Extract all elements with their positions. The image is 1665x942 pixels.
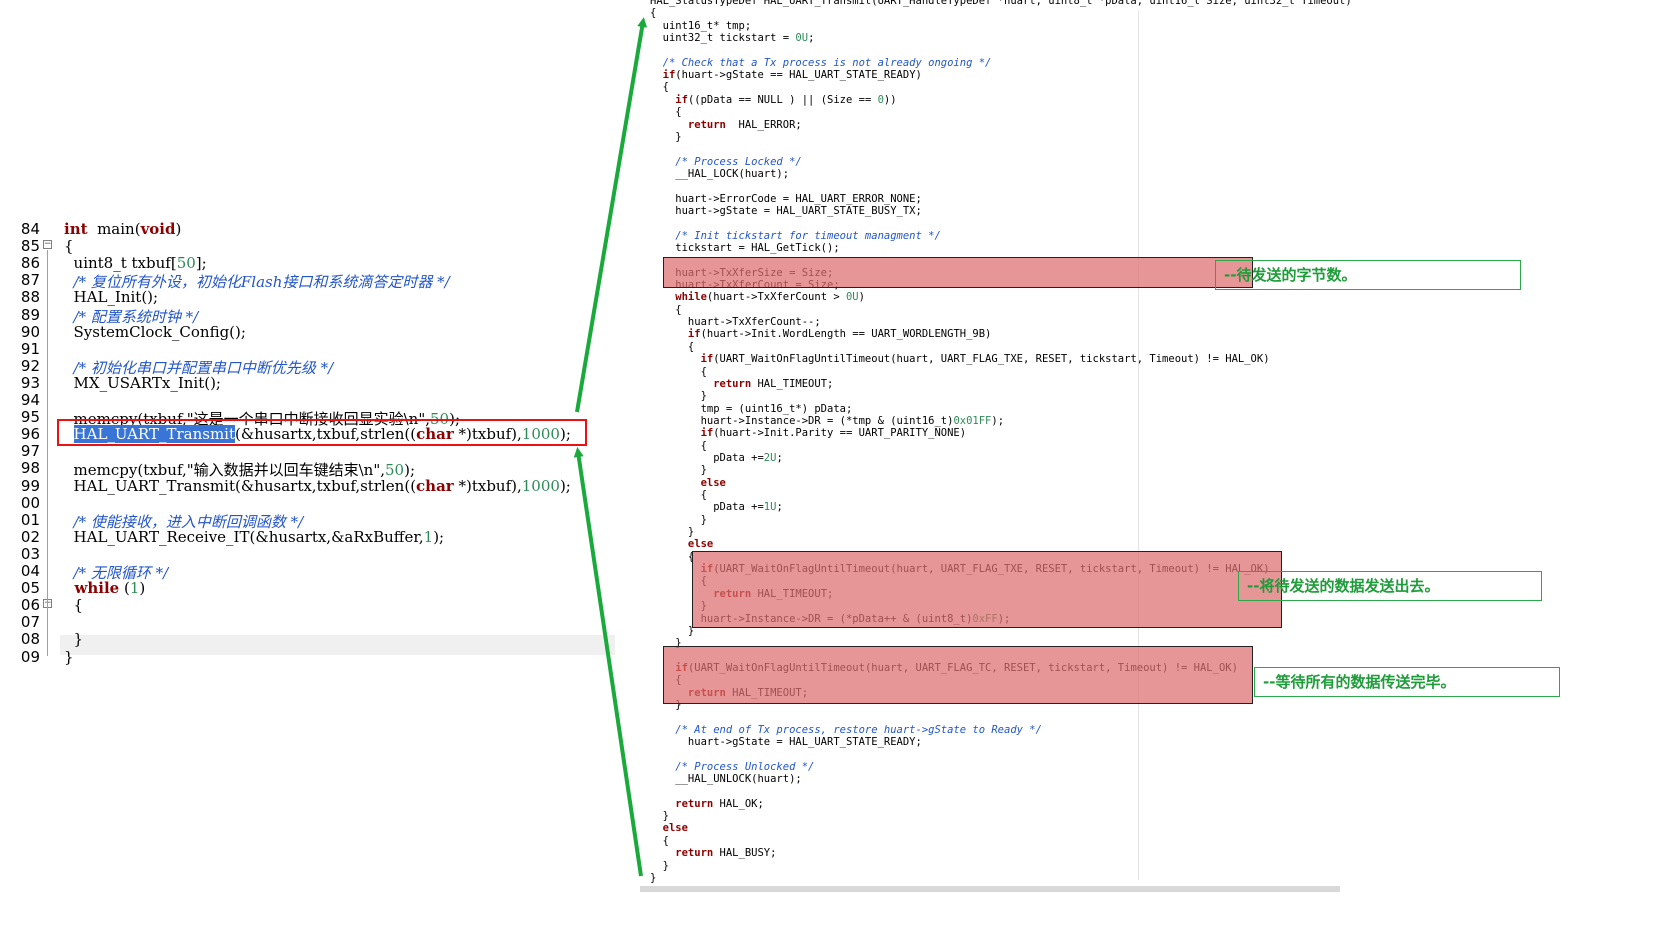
arrow-up-to-function-header bbox=[575, 17, 648, 413]
green-arrows bbox=[573, 17, 648, 877]
arrow-from-function-end bbox=[573, 447, 643, 877]
